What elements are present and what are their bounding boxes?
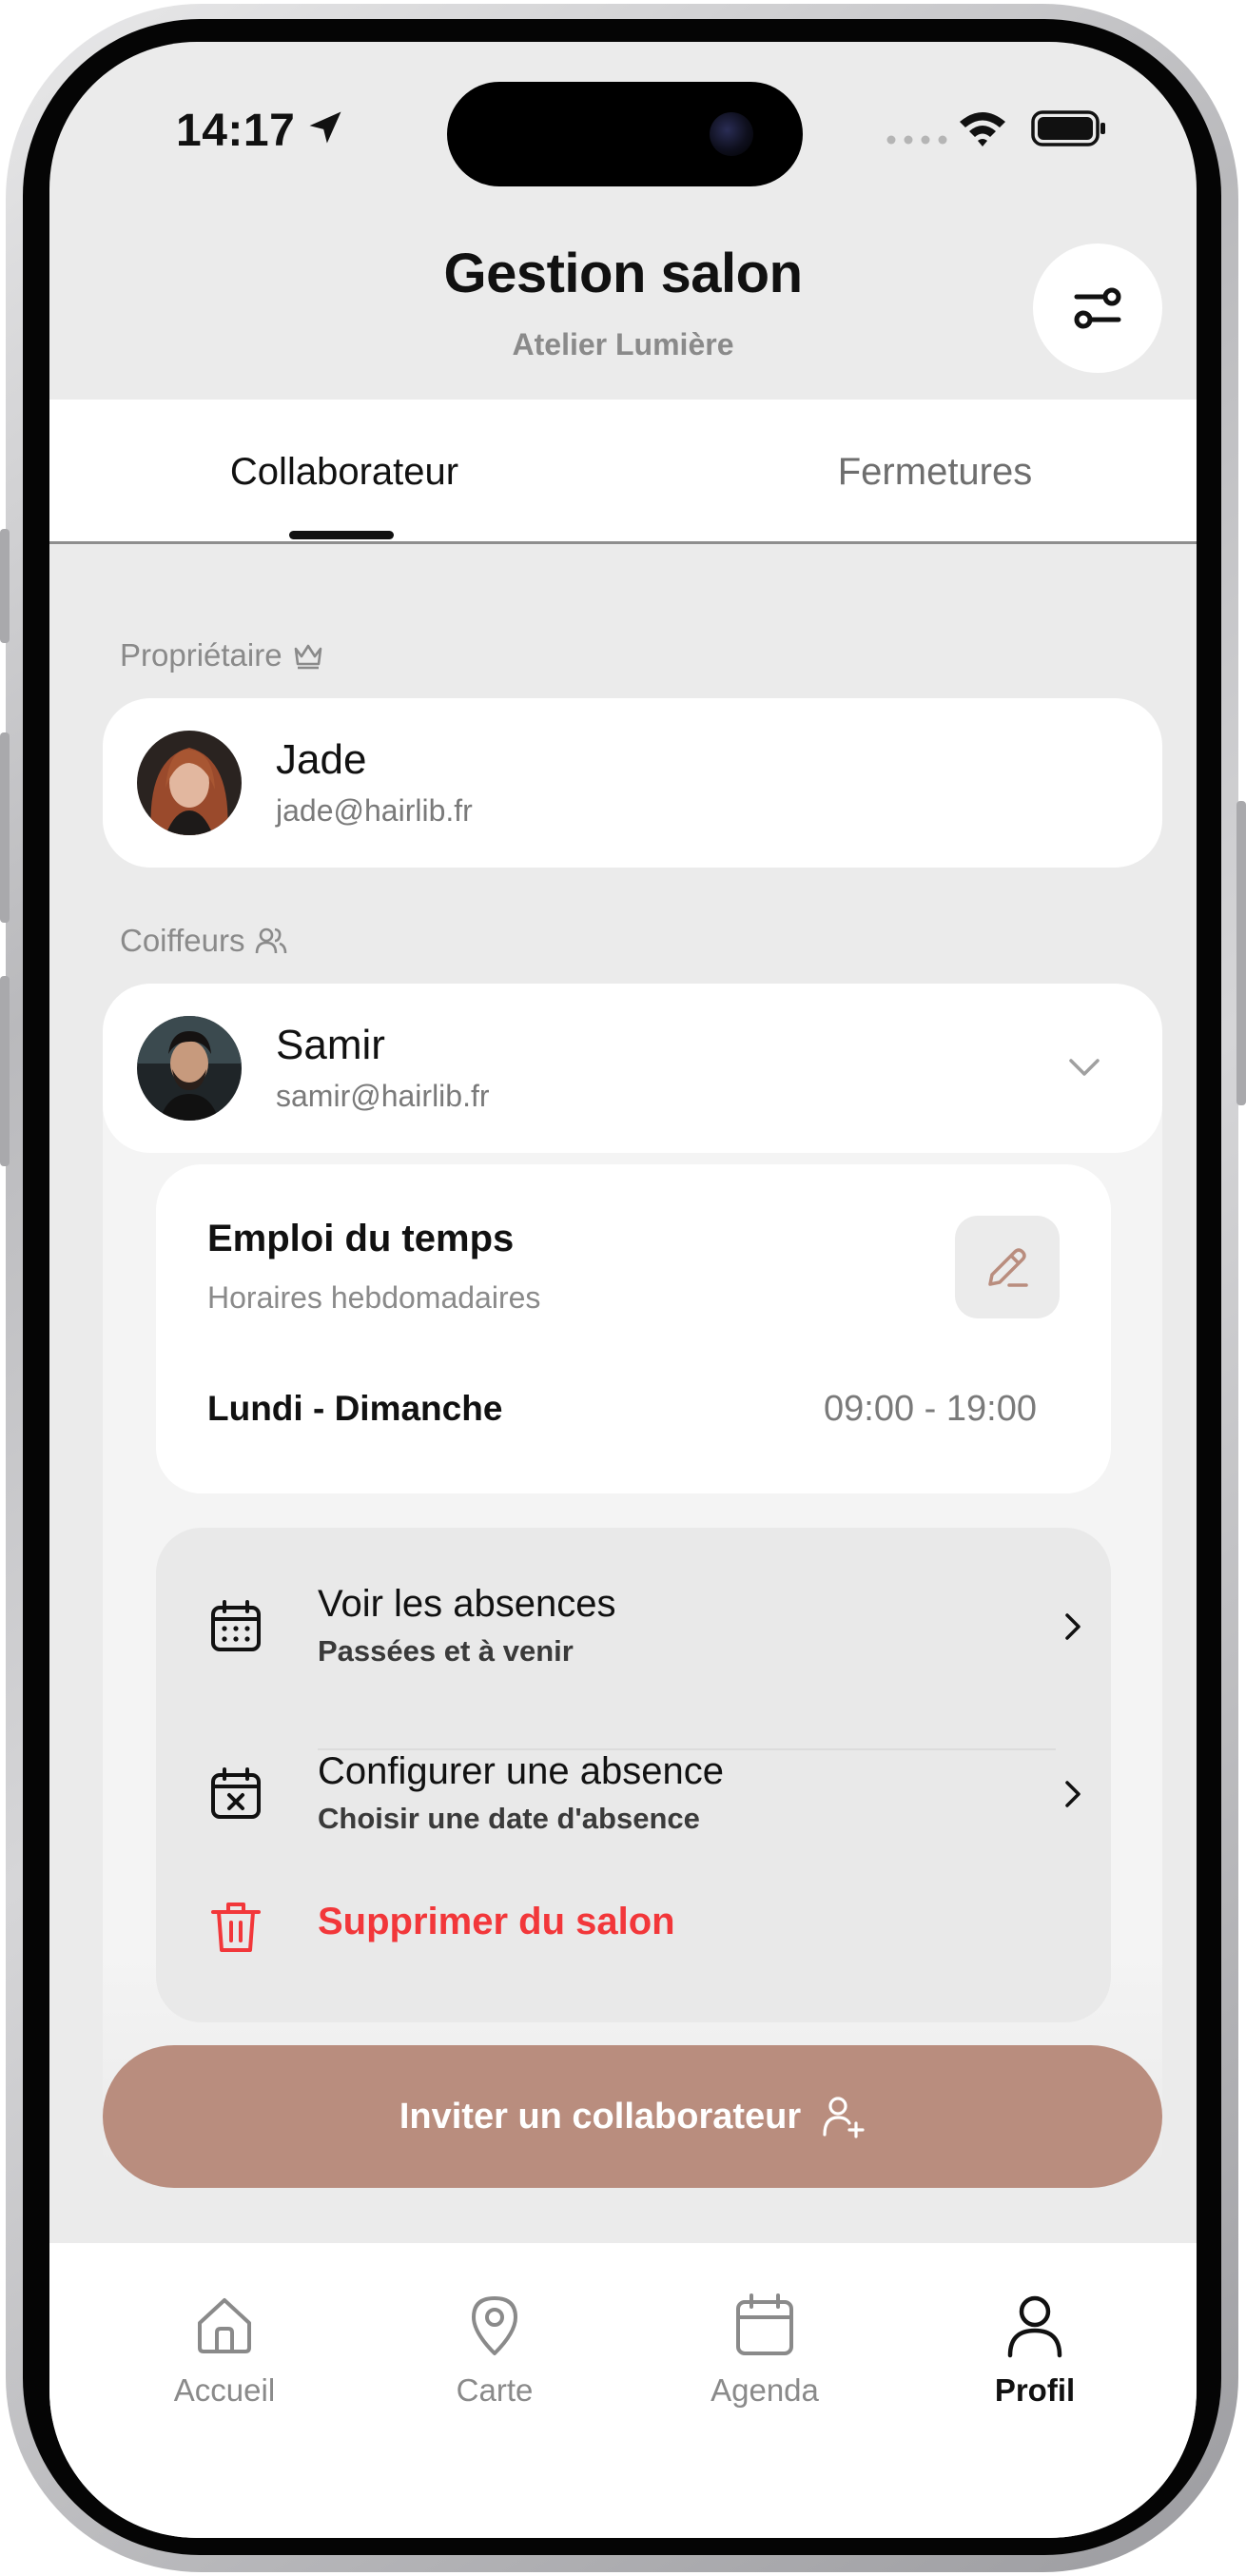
actions-card: Voir les absences Passées et à venir Con…: [156, 1528, 1111, 2022]
edit-schedule-button[interactable]: [955, 1216, 1060, 1318]
nav-agenda[interactable]: Agenda: [660, 2291, 869, 2409]
owner-name: Jade: [276, 736, 367, 783]
side-button: [0, 529, 10, 643]
side-button: [1236, 801, 1246, 1105]
filter-button[interactable]: [1033, 244, 1162, 373]
camera-icon: [710, 112, 753, 156]
calendar-grid-icon: [211, 1600, 261, 1651]
stylists-section-label: Coiffeurs: [120, 923, 288, 959]
trash-icon: [211, 1903, 261, 1952]
delete-from-salon-label: Supprimer du salon: [318, 1901, 675, 1942]
schedule-card: Emploi du temps Horaires hebdomadaires L…: [156, 1164, 1111, 1493]
home-icon: [198, 2298, 251, 2353]
invite-collaborator-button[interactable]: Inviter un collaborateur: [103, 2045, 1162, 2188]
side-button: [0, 976, 10, 1166]
sliders-icon: [1074, 287, 1121, 329]
tab-fermetures[interactable]: Fermetures: [730, 400, 1139, 544]
stylists-label-text: Coiffeurs: [120, 923, 245, 958]
bottom-navigation: Accueil Carte Agenda Profil: [49, 2243, 1197, 2538]
configure-absence-subtitle: Choisir une date d'absence: [318, 1802, 700, 1835]
delete-from-salon-row[interactable]: Supprimer du salon: [156, 1880, 1111, 2022]
invite-button-label: Inviter un collaborateur: [399, 2096, 802, 2137]
owner-label-text: Propriétaire: [120, 637, 282, 673]
user-plus-icon: [823, 2097, 865, 2138]
chevron-right-icon: [1065, 1613, 1081, 1640]
schedule-days: Lundi - Dimanche: [207, 1389, 503, 1428]
calendar-icon: [736, 2293, 793, 2355]
configure-absence-row[interactable]: Configurer une absence Choisir une date …: [156, 1733, 1111, 1876]
calendar-x-icon: [211, 1767, 261, 1819]
owner-card[interactable]: Jade jade@hairlib.fr: [103, 698, 1162, 868]
crown-icon: [294, 644, 321, 670]
nav-label-accueil: Accueil: [173, 2372, 276, 2408]
schedule-hours: 09:00 - 19:00: [824, 1389, 1037, 1429]
chevron-down-icon[interactable]: [1063, 1046, 1105, 1088]
stylist-name: Samir: [276, 1022, 385, 1068]
signal-dots-icon: [886, 135, 947, 145]
battery-icon: [1031, 110, 1105, 146]
active-tab-indicator: [289, 531, 394, 539]
avatar: [137, 731, 242, 835]
schedule-subtitle: Horaires hebdomadaires: [207, 1280, 541, 1315]
users-icon: [256, 927, 287, 954]
view-absences-row[interactable]: Voir les absences Passées et à venir: [156, 1566, 1111, 1708]
salon-name: Atelier Lumière: [512, 327, 734, 361]
nav-profil[interactable]: Profil: [930, 2291, 1139, 2409]
configure-absence-title: Configurer une absence: [318, 1750, 724, 1792]
nav-label-agenda: Agenda: [711, 2372, 819, 2408]
view-absences-subtitle: Passées et à venir: [318, 1634, 574, 1668]
nav-label-profil: Profil: [994, 2372, 1076, 2408]
status-time: 14:17: [176, 106, 296, 156]
tab-bar: Collaborateur Fermetures: [49, 400, 1197, 544]
wifi-icon: [960, 112, 1005, 146]
owner-section-label: Propriétaire: [120, 637, 324, 673]
nav-label-carte: Carte: [456, 2372, 534, 2408]
view-absences-title: Voir les absences: [318, 1583, 616, 1625]
user-icon: [1007, 2295, 1062, 2358]
map-pin-icon: [472, 2296, 517, 2355]
avatar: [137, 1016, 242, 1121]
schedule-title: Emploi du temps: [207, 1218, 515, 1259]
stylist-email: samir@hairlib.fr: [276, 1079, 490, 1113]
app-screen: 14:17 Gestion salon Atelier Lumière Coll…: [49, 42, 1197, 2538]
nav-carte[interactable]: Carte: [390, 2291, 599, 2409]
tab-collaborateur[interactable]: Collaborateur: [145, 400, 544, 544]
page-title: Gestion salon: [443, 243, 803, 304]
dynamic-island: [447, 82, 803, 186]
nav-accueil[interactable]: Accueil: [120, 2291, 329, 2409]
owner-email: jade@hairlib.fr: [276, 793, 473, 828]
stylist-card[interactable]: Samir samir@hairlib.fr: [103, 984, 1162, 1153]
pencil-icon: [988, 1248, 1028, 1287]
location-arrow-icon: [309, 111, 341, 144]
side-button: [0, 732, 10, 923]
chevron-right-icon: [1065, 1781, 1081, 1807]
